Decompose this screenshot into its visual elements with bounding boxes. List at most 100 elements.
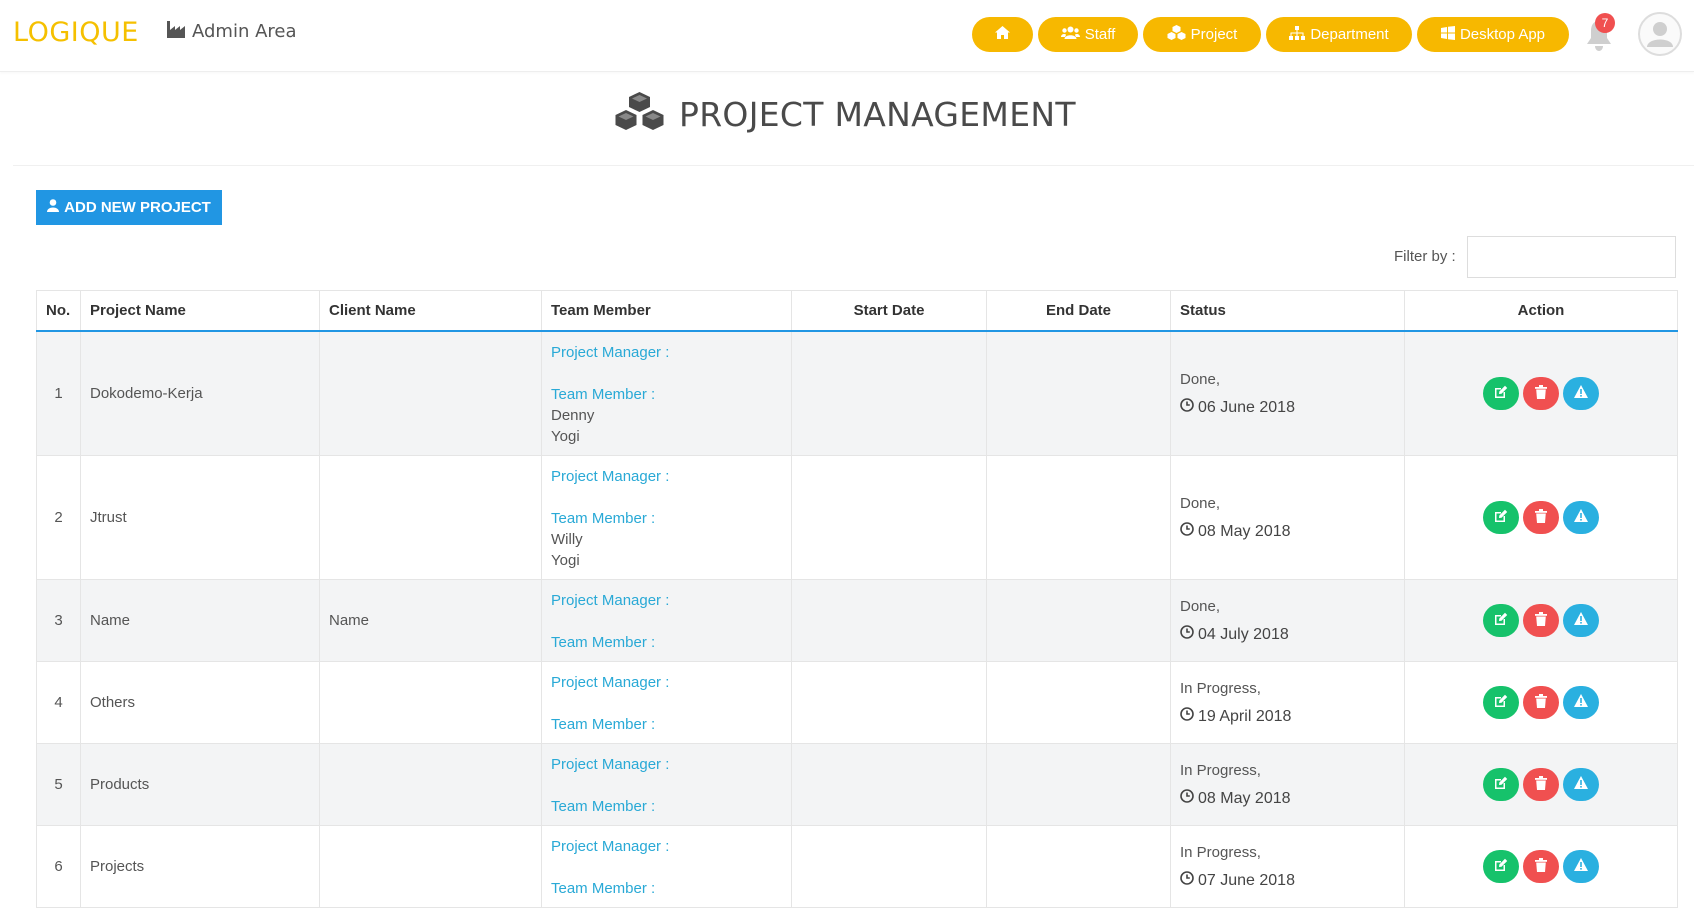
status-text: Done,	[1180, 598, 1221, 615]
report-button[interactable]	[1563, 603, 1599, 637]
nav-department-button[interactable]: Department	[1266, 17, 1412, 52]
team-member-label: Team Member :	[551, 385, 656, 403]
delete-button[interactable]	[1523, 603, 1559, 637]
clock-icon	[1180, 522, 1194, 541]
status-date: 08 May 2018	[1180, 522, 1395, 541]
header-status[interactable]: Status	[1170, 290, 1405, 332]
status-cell: In Progress, 07 June 2018	[1170, 824, 1405, 908]
table-header-row: No. Project Name Client Name Team Member…	[36, 290, 1678, 332]
edit-icon	[1494, 776, 1508, 793]
status-date-text: 08 May 2018	[1198, 522, 1291, 540]
header-end-date[interactable]: End Date	[986, 290, 1171, 332]
action-cell	[1404, 660, 1678, 744]
start-date	[791, 742, 987, 826]
action-cell	[1404, 454, 1678, 580]
edit-icon	[1494, 612, 1508, 629]
delete-button[interactable]	[1523, 376, 1559, 410]
user-avatar[interactable]	[1638, 12, 1682, 56]
status-cell: Done, 06 June 2018	[1170, 330, 1405, 456]
edit-button[interactable]	[1483, 500, 1519, 534]
table-row: 4 Others Project Manager : Team Member : In …	[36, 660, 1678, 744]
report-button[interactable]	[1563, 767, 1599, 801]
client-name	[319, 330, 542, 456]
edit-button[interactable]	[1483, 849, 1519, 883]
top-navbar: LOGIQUE Admin Area Staff Project Departm…	[0, 0, 1694, 72]
delete-button[interactable]	[1523, 767, 1559, 801]
team-member-name: Willy	[551, 530, 583, 548]
projects-table: No. Project Name Client Name Team Member…	[36, 290, 1678, 908]
clock-icon	[1180, 398, 1194, 417]
end-date	[986, 824, 1171, 908]
warning-icon	[1574, 858, 1588, 874]
home-icon	[995, 26, 1010, 43]
report-button[interactable]	[1563, 500, 1599, 534]
trash-icon	[1535, 508, 1547, 526]
start-date	[791, 824, 987, 908]
clock-icon	[1180, 789, 1194, 808]
status-date: 19 April 2018	[1180, 707, 1395, 726]
header-client-name[interactable]: Client Name	[319, 290, 542, 332]
action-cell	[1404, 330, 1678, 456]
status-date: 07 June 2018	[1180, 871, 1395, 890]
status-date-text: 06 June 2018	[1198, 398, 1295, 416]
nav-staff-label: Staff	[1084, 26, 1116, 43]
header-team-member[interactable]: Team Member	[541, 290, 792, 332]
status-date: 04 July 2018	[1180, 625, 1395, 644]
report-button[interactable]	[1563, 849, 1599, 883]
edit-icon	[1494, 385, 1508, 402]
end-date	[986, 578, 1171, 662]
nav-desktop-app-button[interactable]: Desktop App	[1417, 17, 1569, 52]
action-cell	[1404, 578, 1678, 662]
brand-logo[interactable]: LOGIQUE	[13, 17, 139, 48]
edit-button[interactable]	[1483, 767, 1519, 801]
add-new-project-label: ADD NEW PROJECT	[64, 199, 211, 216]
delete-button[interactable]	[1523, 500, 1559, 534]
edit-button[interactable]	[1483, 603, 1519, 637]
header-project-name[interactable]: Project Name	[80, 290, 320, 332]
delete-button[interactable]	[1523, 849, 1559, 883]
team-member-name: Denny	[551, 406, 595, 424]
report-button[interactable]	[1563, 376, 1599, 410]
filter-input[interactable]	[1467, 236, 1676, 278]
filter-label: Filter by :	[1394, 248, 1456, 265]
row-number: 5	[36, 742, 81, 826]
delete-button[interactable]	[1523, 685, 1559, 719]
warning-icon	[1574, 776, 1588, 792]
team-member-cell: Project Manager : Team Member :	[541, 824, 792, 908]
client-name	[319, 742, 542, 826]
nav-home-button[interactable]	[972, 17, 1033, 52]
status-cell: Done, 04 July 2018	[1170, 578, 1405, 662]
cubes-icon	[1167, 25, 1186, 44]
client-name	[319, 824, 542, 908]
report-button[interactable]	[1563, 685, 1599, 719]
main-nav: Staff Project Department Desktop App	[972, 17, 1569, 52]
header-no[interactable]: No.	[36, 290, 81, 332]
edit-button[interactable]	[1483, 685, 1519, 719]
nav-staff-button[interactable]: Staff	[1038, 17, 1138, 52]
end-date	[986, 454, 1171, 580]
end-date	[986, 660, 1171, 744]
edit-button[interactable]	[1483, 376, 1519, 410]
admin-area-text: Admin Area	[192, 21, 297, 42]
end-date	[986, 742, 1171, 826]
status-date: 08 May 2018	[1180, 789, 1395, 808]
page-title: PROJECT MANAGEMENT	[679, 95, 1076, 134]
header-action: Action	[1404, 290, 1678, 332]
edit-icon	[1494, 858, 1508, 875]
nav-department-label: Department	[1310, 26, 1389, 43]
status-text: In Progress,	[1180, 844, 1261, 861]
team-member-label: Team Member :	[551, 715, 656, 733]
header-start-date[interactable]: Start Date	[791, 290, 987, 332]
client-name	[319, 454, 542, 580]
nav-project-button[interactable]: Project	[1143, 17, 1261, 52]
table-row: 3 Name Name Project Manager : Team Member :D…	[36, 578, 1678, 662]
project-name: Jtrust	[80, 454, 320, 580]
add-new-project-button[interactable]: ADD NEW PROJECT	[36, 190, 222, 225]
start-date	[791, 330, 987, 456]
sitemap-icon	[1289, 25, 1306, 44]
team-member-label: Team Member :	[551, 633, 656, 651]
status-date-text: 07 June 2018	[1198, 871, 1295, 889]
table-row: 6 Projects Project Manager : Team Member : I…	[36, 824, 1678, 908]
project-manager-label: Project Manager :	[551, 837, 670, 855]
table-body: 1 Dokodemo-Kerja Project Manager : Team Mem…	[36, 330, 1678, 908]
